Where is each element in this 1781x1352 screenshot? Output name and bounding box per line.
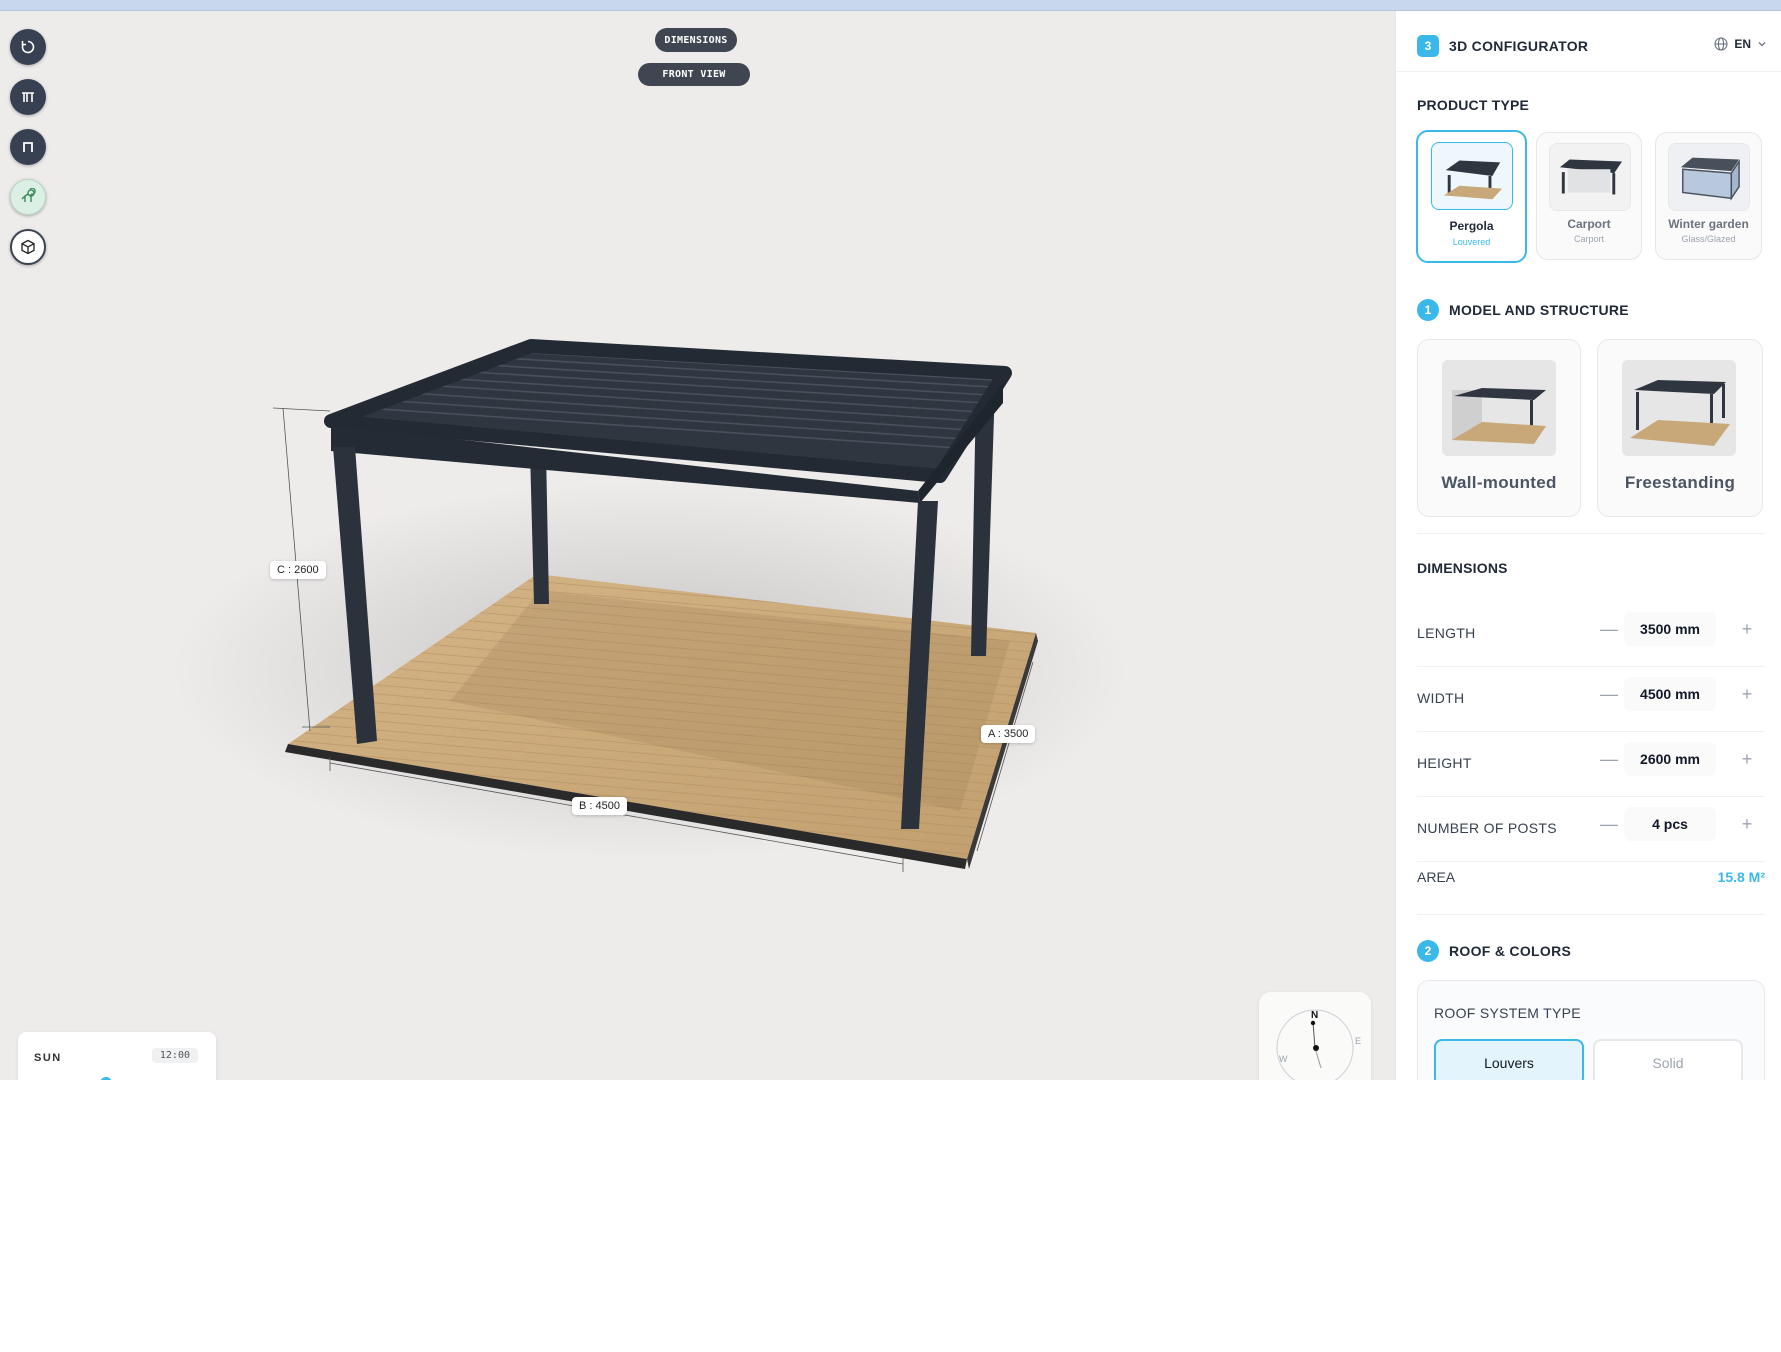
dimension-label-b: B : 4500 [572,797,627,815]
length-increment-button[interactable]: + [1735,617,1759,641]
winter-garden-sublabel: Glass/Glazed [1681,234,1736,244]
height-increment-button[interactable]: + [1735,747,1759,771]
model-section-header: 1 MODEL AND STRUCTURE [1417,299,1629,321]
model-wall-mounted[interactable]: Wall-mounted [1417,339,1581,517]
dimension-label-a: A : 3500 [981,725,1036,743]
width-decrement-button[interactable]: — [1597,682,1621,706]
svg-text:N: N [1311,1010,1318,1021]
freestanding-label: Freestanding [1624,473,1736,492]
pergola-label: Pergola [1449,219,1494,233]
language-code: EN [1734,37,1751,51]
model-heading: MODEL AND STRUCTURE [1449,302,1629,318]
product-type-carport[interactable]: Carport Carport [1536,132,1642,260]
arch-icon [23,142,33,152]
winter-garden-label: Winter garden [1668,217,1749,231]
pergola-thumbnail [1431,142,1513,210]
svg-text:W: W [1279,1054,1288,1064]
reset-view-button[interactable] [10,29,46,65]
roof-heading: ROOF & COLORS [1449,943,1572,959]
front-view-button[interactable]: FRONT VIEW [638,63,750,86]
height-decrement-button[interactable]: — [1597,747,1621,771]
wall-mounted-label: Wall-mounted [1441,473,1557,492]
area-label: AREA [1417,869,1456,885]
panel-title: 3D CONFIGURATOR [1449,38,1589,54]
product-type-heading: PRODUCT TYPE [1417,97,1530,113]
sun-time: 12:00 [151,1048,198,1063]
height-label: HEIGHT [1417,755,1472,771]
length-decrement-button[interactable]: — [1597,617,1621,641]
3d-view-button[interactable] [10,229,46,265]
3d-viewport[interactable]: DIMENSIONS FRONT VIEW C : 2600 B : 4500 … [0,11,1395,1080]
language-selector[interactable]: EN [1714,37,1767,51]
structure-view-button[interactable] [10,79,46,115]
width-increment-button[interactable]: + [1735,682,1759,706]
frame-view-button[interactable] [10,129,46,165]
posts-row: NUMBER OF POSTS — 4 pcs + [1417,798,1765,862]
carport-sublabel: Carport [1573,234,1604,244]
roof-section-header: 2 ROOF & COLORS [1417,940,1571,962]
pergola-3d-model[interactable] [0,11,1395,1080]
step-badge: 3 [1417,35,1439,57]
dimension-label-c: C : 2600 [270,561,326,579]
sun-label: SUN [34,1052,62,1064]
carport-label: Carport [1567,217,1611,231]
posts-label: NUMBER OF POSTS [1417,820,1557,836]
dimensions-toggle-button[interactable]: DIMENSIONS [655,28,737,52]
configurator-panel: 3 3D CONFIGURATOR EN PRODUCT TYPE Pergol… [1395,11,1781,1080]
width-row: WIDTH — 4500 mm + [1417,668,1765,732]
pergola-sublabel: Louvered [1452,237,1491,247]
freestanding-thumbnail [1622,360,1736,456]
compass-icon: N E W [1276,1009,1361,1080]
trees-icon [21,188,36,202]
rotate-icon [21,40,35,54]
posts-decrement-button[interactable]: — [1597,812,1621,836]
chevron-down-icon [1758,42,1766,47]
length-value[interactable]: 3500 mm [1624,612,1716,646]
compass-widget: N E W [1259,992,1371,1080]
width-value[interactable]: 4500 mm [1624,677,1716,711]
environment-toggle-button[interactable] [10,179,46,215]
winter-garden-thumbnail [1668,143,1750,211]
roof-system-label: ROOF SYSTEM TYPE [1434,1005,1581,1021]
roof-option-solid[interactable]: Solid [1593,1039,1743,1080]
area-value: 15.8 M² [1717,869,1765,885]
model-freestanding[interactable]: Freestanding [1597,339,1763,517]
globe-icon [1714,37,1728,51]
svg-text:E: E [1355,1036,1361,1046]
panel-header: 3 3D CONFIGURATOR [1417,35,1588,57]
browser-top-bar [0,0,1781,11]
posts-value[interactable]: 4 pcs [1624,807,1716,841]
length-label: LENGTH [1417,625,1476,641]
page-blank-area [0,1080,1781,1352]
product-type-pergola[interactable]: Pergola Louvered [1416,130,1527,263]
model-step-badge: 1 [1417,299,1439,321]
roof-step-badge: 2 [1417,940,1439,962]
dimensions-heading: DIMENSIONS [1417,560,1508,576]
product-type-winter-garden[interactable]: Winter garden Glass/Glazed [1655,132,1762,260]
height-row: HEIGHT — 2600 mm + [1417,733,1765,797]
carport-thumbnail [1549,143,1631,211]
height-value[interactable]: 2600 mm [1624,742,1716,776]
roof-system-card: ROOF SYSTEM TYPE Louvers Solid [1417,980,1765,1080]
roof-option-louvers[interactable]: Louvers [1434,1039,1584,1080]
sun-position-control[interactable]: SUN 12:00 [18,1032,216,1080]
length-row: LENGTH — 3500 mm + [1417,603,1765,667]
wall-mounted-thumbnail [1442,360,1556,456]
posts-increment-button[interactable]: + [1735,812,1759,836]
width-label: WIDTH [1417,690,1465,706]
table-icon [22,92,34,102]
cube-icon [21,239,35,255]
